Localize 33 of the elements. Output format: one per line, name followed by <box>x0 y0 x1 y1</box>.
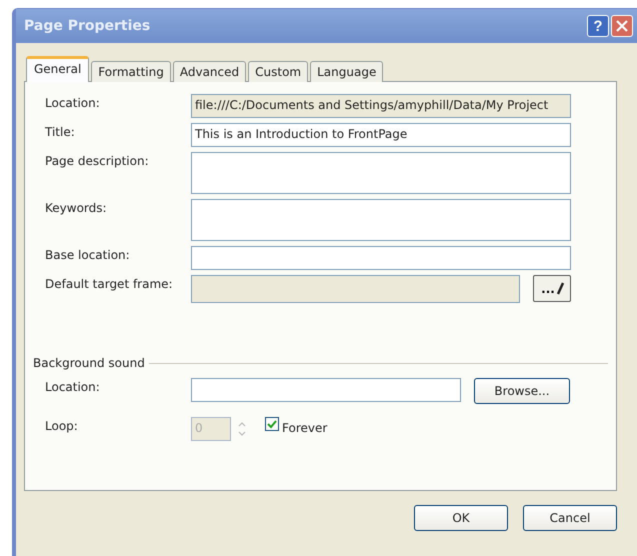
sound-location-field[interactable] <box>191 378 461 402</box>
tab[interactable]: Formatting <box>91 61 171 82</box>
tab[interactable]: Custom <box>248 61 308 82</box>
text-area[interactable] <box>191 152 571 194</box>
help-button[interactable]: ? <box>587 15 609 37</box>
dialog-button[interactable]: Cancel <box>523 505 617 531</box>
close-icon <box>616 20 628 32</box>
pencil-icon <box>554 282 565 296</box>
target-frame-field[interactable] <box>191 275 520 303</box>
tab[interactable]: Advanced <box>172 61 246 82</box>
tab[interactable]: Language <box>310 61 384 82</box>
field-label: Page description: <box>45 153 150 168</box>
text-field[interactable]: This is an Introduction to FrontPage <box>191 123 571 147</box>
window-title: Page Properties <box>24 18 152 34</box>
field-label: Location: <box>45 379 101 394</box>
location-field[interactable]: file:///C:/Documents and Settings/amyphill/Data/My Project <box>191 94 571 118</box>
tab[interactable]: General <box>26 56 90 82</box>
group-heading: Background sound <box>33 356 145 370</box>
field-label: Location: <box>45 95 101 110</box>
forever-checkbox[interactable] <box>265 417 279 431</box>
text-field[interactable] <box>191 246 571 270</box>
edit-button[interactable]: ... <box>533 275 571 302</box>
text-area[interactable] <box>191 199 571 241</box>
field-label: Default target frame: <box>45 276 174 291</box>
checkbox-label: Forever <box>282 421 328 435</box>
field-label: Loop: <box>45 418 79 433</box>
browse-button[interactable]: Browse... <box>474 378 570 404</box>
spinner-arrows-icon[interactable] <box>237 420 247 438</box>
dialog-button[interactable]: OK <box>414 505 508 531</box>
close-button[interactable] <box>611 15 633 37</box>
field-label: Keywords: <box>45 200 108 215</box>
field-label: Title: <box>45 124 76 139</box>
field-label: Base location: <box>45 247 131 262</box>
